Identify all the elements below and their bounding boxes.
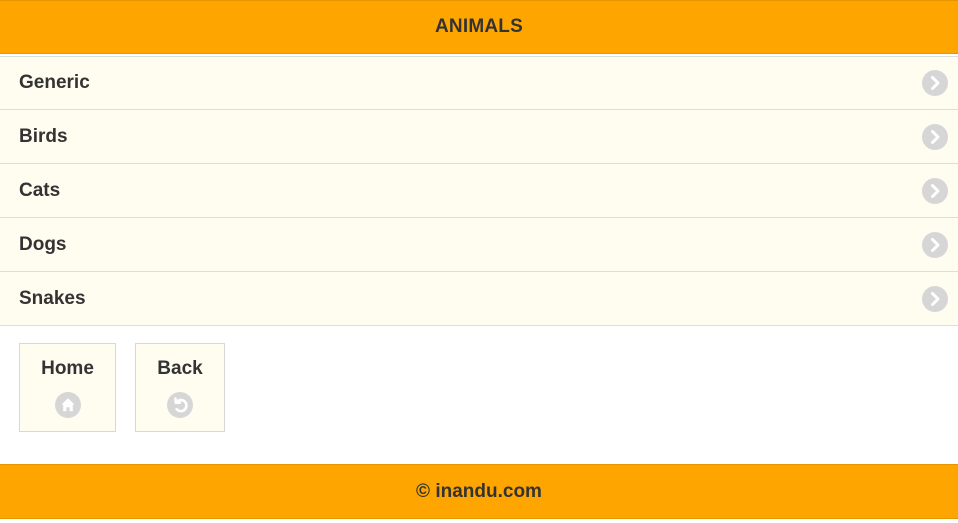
back-button[interactable]: Back <box>135 343 225 432</box>
home-icon <box>54 392 81 418</box>
list-item-dogs[interactable]: Dogs <box>0 218 958 272</box>
chevron-right-icon <box>922 231 948 258</box>
page-title: ANIMALS <box>435 16 523 37</box>
nav-button-row: Home Back <box>19 343 225 432</box>
back-button-label: Back <box>157 358 203 379</box>
list-item-label: Cats <box>19 179 61 201</box>
list-item-label: Generic <box>19 72 90 93</box>
list-item-snakes[interactable]: Snakes <box>0 272 958 326</box>
chevron-right-icon <box>922 70 948 96</box>
list-item-label: Dogs <box>19 233 67 255</box>
chevron-right-icon <box>922 285 948 312</box>
list-item-cats[interactable]: Cats <box>0 164 958 218</box>
list-item-generic[interactable]: Generic <box>0 56 958 110</box>
home-button[interactable]: Home <box>19 343 116 432</box>
list-item-birds[interactable]: Birds <box>0 110 958 164</box>
list-item-label: Snakes <box>19 287 86 309</box>
home-button-label: Home <box>41 358 94 379</box>
list-item-label: Birds <box>19 125 68 147</box>
footer-bar: © inandu.com <box>0 464 958 519</box>
chevron-right-icon <box>922 123 948 150</box>
chevron-right-icon <box>922 177 948 204</box>
header-bar: ANIMALS <box>0 0 958 54</box>
category-list: Generic Birds Cats Dogs Snakes <box>0 56 958 326</box>
footer-copyright: © inandu.com <box>416 480 542 502</box>
back-arrow-icon <box>167 392 193 418</box>
